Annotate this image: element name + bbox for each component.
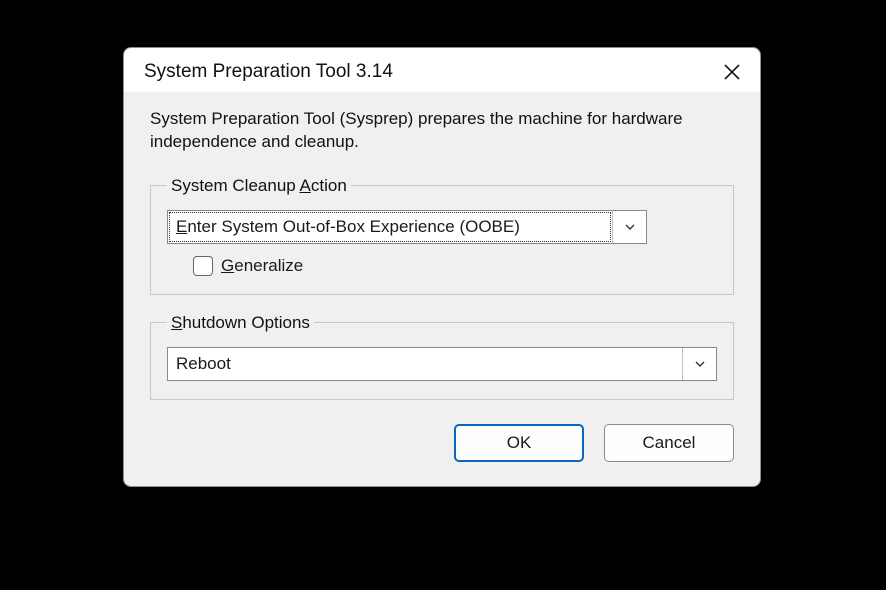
description-text: System Preparation Tool (Sysprep) prepar… bbox=[150, 108, 734, 154]
shutdown-legend-suffix: hutdown Options bbox=[182, 313, 310, 332]
cancel-button[interactable]: Cancel bbox=[604, 424, 734, 462]
shutdown-group: Shutdown Options Reboot bbox=[150, 313, 734, 400]
shutdown-option-value: Reboot bbox=[168, 348, 682, 380]
cancel-button-label: Cancel bbox=[643, 433, 696, 453]
ok-button[interactable]: OK bbox=[454, 424, 584, 462]
button-row: OK Cancel bbox=[150, 424, 734, 462]
shutdown-legend: Shutdown Options bbox=[167, 313, 314, 333]
sysprep-dialog: System Preparation Tool 3.14 System Prep… bbox=[123, 47, 761, 487]
generalize-row: Generalize bbox=[193, 256, 717, 276]
shutdown-option-combobox[interactable]: Reboot bbox=[167, 347, 717, 381]
shutdown-combo-arrow[interactable] bbox=[682, 348, 716, 380]
chevron-down-icon bbox=[624, 221, 636, 233]
generalize-checkbox[interactable] bbox=[193, 256, 213, 276]
cleanup-action-text: nter System Out-of-Box Experience (OOBE) bbox=[187, 217, 520, 236]
generalize-hotkey: G bbox=[221, 256, 234, 275]
close-icon bbox=[723, 63, 741, 81]
shutdown-legend-hotkey: S bbox=[171, 313, 182, 332]
cleanup-legend-hotkey: A bbox=[300, 176, 311, 195]
cleanup-group: System Cleanup Action Enter System Out-o… bbox=[150, 176, 734, 295]
cleanup-action-value: Enter System Out-of-Box Experience (OOBE… bbox=[169, 212, 611, 242]
cleanup-combo-container: Enter System Out-of-Box Experience (OOBE… bbox=[167, 210, 647, 244]
dialog-body: System Preparation Tool (Sysprep) prepar… bbox=[124, 92, 760, 486]
cleanup-legend-suffix: ction bbox=[311, 176, 347, 195]
ok-button-label: OK bbox=[507, 433, 532, 453]
generalize-text: eneralize bbox=[234, 256, 303, 275]
window-title: System Preparation Tool 3.14 bbox=[144, 61, 393, 83]
cleanup-action-hotkey: E bbox=[176, 217, 187, 236]
cleanup-legend-prefix: System Cleanup bbox=[171, 176, 300, 195]
generalize-label: Generalize bbox=[221, 256, 303, 276]
chevron-down-icon bbox=[694, 358, 706, 370]
close-button[interactable] bbox=[720, 60, 744, 84]
titlebar: System Preparation Tool 3.14 bbox=[124, 48, 760, 92]
cleanup-action-combobox[interactable]: Enter System Out-of-Box Experience (OOBE… bbox=[167, 210, 647, 244]
cleanup-combo-arrow[interactable] bbox=[612, 211, 646, 243]
cleanup-legend: System Cleanup Action bbox=[167, 176, 351, 196]
